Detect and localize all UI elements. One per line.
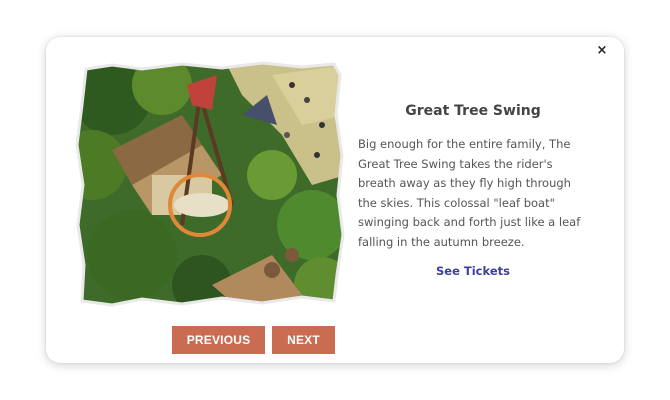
attraction-info: Great Tree Swing Big enough for the enti… <box>358 103 588 278</box>
attraction-description: Big enough for the entire family, The Gr… <box>358 137 581 249</box>
previous-button[interactable]: PREVIOUS <box>172 326 265 354</box>
next-button[interactable]: NEXT <box>272 326 335 354</box>
close-icon[interactable]: × <box>594 43 610 59</box>
attraction-title: Great Tree Swing <box>405 103 541 119</box>
attraction-image <box>72 55 346 311</box>
attraction-modal: × PREVIOUS NEXT Great Tree Swing Big eno… <box>46 37 624 363</box>
see-tickets-link[interactable]: See Tickets <box>358 264 588 278</box>
page-backdrop: × PREVIOUS NEXT Great Tree Swing Big eno… <box>0 0 670 400</box>
